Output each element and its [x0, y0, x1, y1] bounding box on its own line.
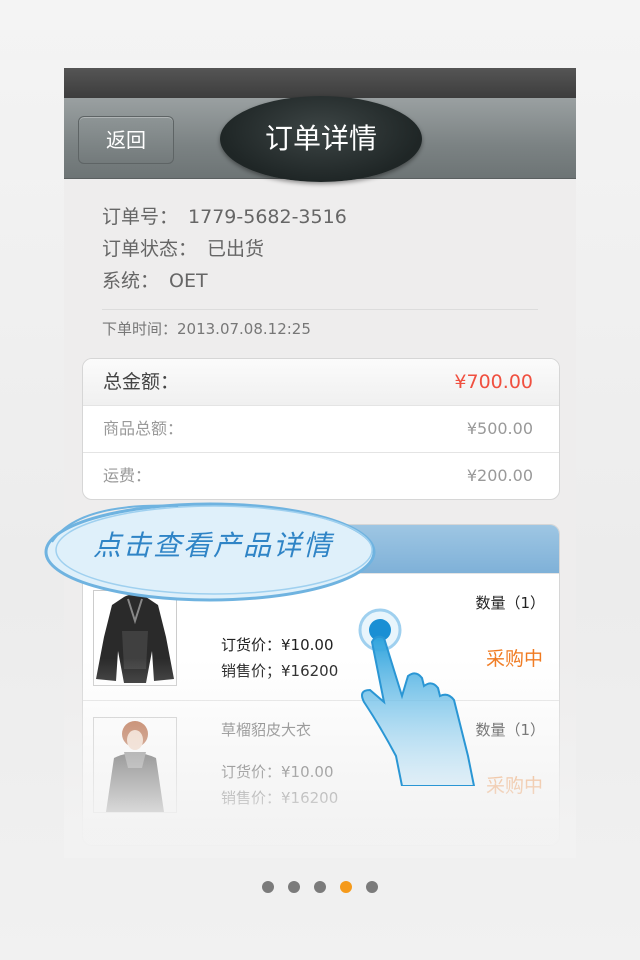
tap-hand-icon — [358, 608, 476, 786]
amount-card: 总金额： ¥700.00 商品总额： ¥500.00 运费： ¥200.00 — [82, 358, 560, 500]
sale-price: 销售价：¥16200 — [221, 789, 339, 807]
order-number-value: 1779-5682-3516 — [188, 206, 347, 228]
page-dot[interactable] — [366, 881, 378, 893]
product-status: 采购中 — [485, 775, 543, 797]
order-status-value: 已出货 — [207, 238, 265, 260]
sale-price: 销售价；¥16200 — [221, 662, 339, 680]
order-system-row: 系统： OET — [102, 265, 538, 297]
order-time: 下单时间：2013.07.08.12:25 — [102, 320, 311, 338]
total-amount-label: 总金额： — [103, 371, 180, 393]
page-dot[interactable] — [314, 881, 326, 893]
page-dot[interactable] — [288, 881, 300, 893]
nav-bar: 返回 订单详情 — [64, 96, 576, 182]
total-amount-value: ¥700.00 — [454, 371, 533, 393]
status-bar — [64, 68, 576, 98]
product-quantity: 数量（1） — [475, 721, 545, 739]
product-thumbnail — [93, 717, 177, 813]
order-info: 订单号： 1779-5682-3516 订单状态： 已出货 系统： OET 下单时间：… — [64, 179, 576, 339]
order-status-label: 订单状态： — [102, 238, 198, 260]
page-title: 订单详情 — [220, 96, 422, 182]
page-indicator — [0, 878, 640, 897]
model-coat-image — [94, 718, 176, 812]
back-button[interactable]: 返回 — [78, 116, 174, 164]
product-status: 采购中 — [485, 648, 543, 670]
order-number-row: 订单号： 1779-5682-3516 — [102, 201, 538, 233]
order-number-label: 订单号： — [102, 206, 179, 228]
order-status-row: 订单状态： 已出货 — [102, 233, 538, 265]
goods-amount-row: 商品总额： ¥500.00 — [83, 405, 559, 452]
shipping-value: ¥200.00 — [466, 466, 533, 485]
page-dot-active[interactable] — [340, 881, 352, 893]
callout-text: 点击查看产品详情 — [92, 529, 333, 562]
order-price: 订货价：¥10.00 — [221, 636, 334, 654]
order-system-value: OET — [169, 270, 208, 292]
goods-amount-label: 商品总额： — [103, 419, 184, 438]
order-system-label: 系统： — [102, 270, 160, 292]
order-price: 订货价：¥10.00 — [221, 763, 334, 781]
product-name: 草榴貂皮大衣 — [221, 721, 312, 739]
product-quantity: 数量（1） — [475, 594, 545, 612]
product-item[interactable]: 草榴貂皮大衣 数量（1） 订货价：¥10.00 销售价：¥16200 采购中 — [83, 700, 559, 827]
tip-callout: 点击查看产品详情 — [38, 492, 388, 612]
goods-amount-value: ¥500.00 — [466, 419, 533, 438]
phone-screen: 返回 订单详情 订单号： 1779-5682-3516 订单状态： 已出货 系统： O… — [64, 68, 576, 858]
page-dot[interactable] — [262, 881, 274, 893]
total-amount-row: 总金额： ¥700.00 — [83, 359, 559, 405]
